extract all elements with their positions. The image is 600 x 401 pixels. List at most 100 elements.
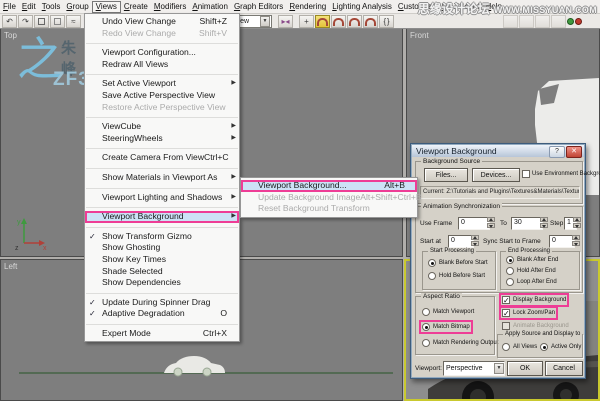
viewport-dropdown[interactable]: Perspective ▼ [443, 361, 505, 376]
status-green-icon [567, 18, 574, 25]
status-red-icon [575, 18, 582, 25]
angle-snap-icon[interactable] [331, 15, 346, 28]
menu-lighting-analysis[interactable]: Lighting Analysis [329, 1, 395, 13]
select-and-manipulate-icon[interactable]: + [299, 15, 314, 28]
submenu-item-update-background-image[interactable]: Update Background ImageAlt+Shift+Ctrl+B [241, 192, 417, 204]
step-spinner[interactable] [573, 217, 581, 228]
dropdown-arrow-icon: ▼ [260, 16, 270, 27]
menu-tools[interactable]: Tools [39, 1, 64, 13]
menu-item-undo-view-change[interactable]: Undo View ChangeShift+Z [85, 16, 239, 28]
menu-modifiers[interactable]: Modifiers [151, 1, 189, 13]
menu-item-redraw-all-views[interactable]: Redraw All Views [85, 59, 239, 71]
menu-item-expert-mode[interactable]: Expert ModeCtrl+X [85, 328, 239, 340]
active-only-radio[interactable]: Active Only [540, 343, 581, 351]
select-and-link-icon[interactable] [34, 15, 49, 28]
dialog-help-button[interactable]: ? [549, 146, 565, 158]
sync-start-spinner[interactable] [572, 235, 580, 246]
named-selection-icon[interactable]: { } [379, 15, 394, 28]
all-views-radio[interactable]: All Views [502, 343, 537, 351]
menu-separator [86, 203, 238, 208]
menu-item-viewcube[interactable]: ViewCube▶ [85, 121, 239, 133]
lock-zoom-pan-checkbox[interactable]: ✓ Lock Zoom/Pan [502, 309, 555, 317]
start-processing-legend: Start Processing [428, 248, 476, 254]
menu-item-show-materials-in-viewport-as[interactable]: Show Materials in Viewport As▶ [85, 172, 239, 184]
menu-item-show-key-times[interactable]: Show Key Times [85, 254, 239, 266]
unlink-selection-icon[interactable] [50, 15, 65, 28]
submenu-item-viewport-background[interactable]: Viewport Background...Alt+B [241, 180, 417, 192]
menu-item-save-active-perspective-view[interactable]: Save Active Perspective View [85, 90, 239, 102]
menu-item-show-dependencies[interactable]: Show Dependencies [85, 277, 239, 289]
menu-group[interactable]: Group [63, 1, 91, 13]
menu-item-viewport-background[interactable]: Viewport Background▶ [85, 211, 239, 223]
menu-item-viewport-configuration[interactable]: Viewport Configuration... [85, 47, 239, 59]
match-viewport-radio[interactable]: Match Viewport [422, 308, 474, 316]
dialog-titlebar[interactable]: Viewport Background ? ✕ [412, 145, 584, 157]
checkbox-checked-icon: ✓ [502, 309, 510, 317]
svg-text:y: y [17, 219, 21, 226]
blank-before-start-radio[interactable]: Blank Before Start [428, 259, 488, 267]
menu-item-create-camera-from-view[interactable]: Create Camera From ViewCtrl+C [85, 152, 239, 164]
hold-after-end-radio[interactable]: Hold After End [506, 267, 556, 275]
menu-views[interactable]: Views [92, 1, 121, 13]
loop-after-end-radio[interactable]: Loop After End [506, 278, 557, 286]
submenu-arrow-icon: ▶ [231, 211, 236, 223]
aspect-ratio-group: Aspect Ratio Match Viewport Match Bitmap… [415, 296, 495, 355]
menu-item-redo-view-change[interactable]: Redo View ChangeShift+V [85, 28, 239, 40]
menu-graph-editors[interactable]: Graph Editors [231, 1, 286, 13]
submenu-arrow-icon: ▶ [231, 78, 236, 90]
menu-item-adaptive-degradation[interactable]: ✓Adaptive DegradationO [85, 308, 239, 320]
blank-after-end-radio[interactable]: Blank After End [506, 256, 558, 264]
percent-snap-icon[interactable] [347, 15, 362, 28]
radio-selected-icon [540, 343, 548, 351]
match-rendering-output-radio[interactable]: Match Rendering Output [422, 339, 498, 347]
menu-separator [86, 223, 238, 228]
menu-item-steeringwheels[interactable]: SteeringWheels▶ [85, 133, 239, 145]
checkbox-icon [522, 170, 530, 178]
snap-toggle-3d-icon[interactable] [315, 15, 330, 28]
menu-item-restore-active-perspective-view[interactable]: Restore Active Perspective View [85, 102, 239, 114]
radio-icon [506, 278, 514, 286]
submenu-item-reset-background-transform[interactable]: Reset Background Transform [241, 203, 417, 215]
spinner-snap-icon[interactable] [363, 15, 378, 28]
checkmark-icon: ✓ [89, 231, 96, 243]
svg-text:z: z [15, 245, 19, 252]
menu-item-update-during-spinner-drag[interactable]: ✓Update During Spinner Drag [85, 297, 239, 309]
ok-button[interactable]: OK [507, 361, 543, 376]
menu-item-shade-selected[interactable]: Shade Selected [85, 266, 239, 278]
menu-animation[interactable]: Animation [189, 1, 231, 13]
dropdown-arrow-icon: ▼ [494, 363, 504, 374]
animate-background-checkbox[interactable]: Animate Background [502, 322, 569, 330]
undo-icon[interactable]: ↶ [2, 15, 17, 28]
bind-to-spacewarp-icon[interactable]: ≈ [66, 15, 81, 28]
files-button[interactable]: Files... [424, 168, 468, 182]
to-field[interactable]: 30 [511, 217, 543, 230]
hold-before-start-radio[interactable]: Hold Before Start [428, 272, 485, 280]
step-label: Step [550, 220, 563, 227]
match-bitmap-radio[interactable]: Match Bitmap [422, 323, 470, 331]
redo-icon[interactable]: ↷ [18, 15, 33, 28]
viewport-left-label: Left [4, 262, 17, 271]
menu-edit[interactable]: Edit [19, 1, 39, 13]
menu-separator [86, 70, 238, 75]
menu-item-viewport-lighting-and-shadows[interactable]: Viewport Lighting and Shadows▶ [85, 192, 239, 204]
submenu-arrow-icon: ▶ [231, 133, 236, 145]
menu-item-show-transform-gizmo[interactable]: ✓Show Transform Gizmo [85, 231, 239, 243]
devices-button[interactable]: Devices... [472, 168, 520, 182]
mirror-icon[interactable]: ▸◂ [278, 15, 293, 28]
menu-item-set-active-viewport[interactable]: Set Active Viewport▶ [85, 78, 239, 90]
use-environment-background-checkbox[interactable]: Use Environment Background [522, 170, 600, 178]
to-spinner[interactable] [540, 217, 548, 228]
menu-file[interactable]: File [0, 1, 19, 13]
menu-separator [86, 113, 238, 118]
cancel-button[interactable]: Cancel [545, 361, 583, 376]
menu-item-show-ghosting[interactable]: Show Ghosting [85, 242, 239, 254]
use-frame-field[interactable]: 0 [458, 217, 490, 230]
menu-create[interactable]: Create [121, 1, 151, 13]
dialog-close-button[interactable]: ✕ [566, 146, 582, 158]
use-frame-spinner[interactable] [487, 217, 495, 228]
menu-rendering[interactable]: Rendering [286, 1, 329, 13]
start-at-spinner[interactable] [471, 235, 479, 246]
display-background-checkbox[interactable]: ✓ Display Background [502, 296, 566, 304]
missyuan-url-text: WWW.MISSYUAN.COM [494, 5, 597, 15]
viewport-front-label: Front [410, 31, 429, 40]
